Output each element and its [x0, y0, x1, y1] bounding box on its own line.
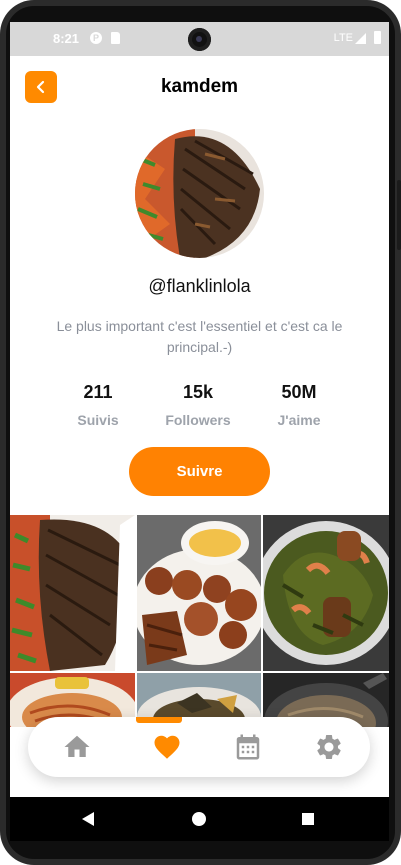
stat-label: Followers — [165, 412, 231, 428]
notification-icon: P — [90, 32, 102, 44]
stat-label: J'aime — [277, 412, 321, 428]
network-type: LTE — [333, 32, 353, 44]
stat-followers[interactable]: 15k Followers — [153, 382, 243, 428]
avatar[interactable] — [135, 129, 264, 258]
bottom-navigation — [28, 717, 370, 777]
status-bar: 8:21 P LTE — [10, 22, 389, 56]
system-home-icon[interactable] — [192, 812, 206, 826]
active-tab-indicator — [136, 717, 182, 723]
home-icon — [64, 735, 90, 757]
status-time: 8:21 — [53, 31, 80, 46]
plantain-dish-photo — [137, 515, 261, 671]
stat-following[interactable]: 211 Suivis — [53, 382, 143, 428]
heart-icon — [154, 735, 180, 759]
follow-button[interactable]: Suivre — [129, 447, 270, 496]
stew-dish-photo — [263, 515, 389, 671]
sd-card-icon — [111, 32, 120, 44]
volume-button — [397, 180, 401, 250]
system-navigation-bar — [10, 797, 389, 841]
stat-likes[interactable]: 50M J'aime — [254, 382, 344, 428]
nav-favorites[interactable] — [152, 732, 182, 762]
page-title: kamdem — [160, 76, 239, 97]
gear-icon — [317, 735, 341, 759]
nav-settings[interactable] — [314, 732, 344, 762]
app-screen: 8:21 P LTE kamdem @flanklinlola Le plus … — [10, 22, 389, 841]
avatar-image — [135, 129, 264, 258]
profile-bio: Le plus important c'est l'essentiel et c… — [56, 318, 343, 355]
calendar-icon — [236, 734, 260, 760]
signal-icon — [355, 33, 366, 44]
nav-home[interactable] — [62, 732, 92, 762]
photo-tile[interactable] — [137, 515, 261, 671]
profile-handle: @flanklinlola — [148, 276, 251, 296]
photo-grid — [10, 515, 389, 727]
stat-value: 211 — [83, 382, 113, 402]
photo-tile[interactable] — [10, 515, 135, 671]
system-recents-icon[interactable] — [302, 813, 314, 825]
nav-calendar[interactable] — [233, 732, 263, 762]
stat-label: Suivis — [77, 412, 119, 428]
system-back-icon[interactable] — [82, 812, 94, 826]
stat-value: 15k — [182, 382, 214, 402]
front-camera — [188, 28, 211, 51]
battery-icon — [374, 31, 381, 44]
stat-value: 50M — [281, 382, 317, 402]
photo-tile[interactable] — [263, 515, 389, 671]
fish-dish-photo — [10, 515, 135, 671]
